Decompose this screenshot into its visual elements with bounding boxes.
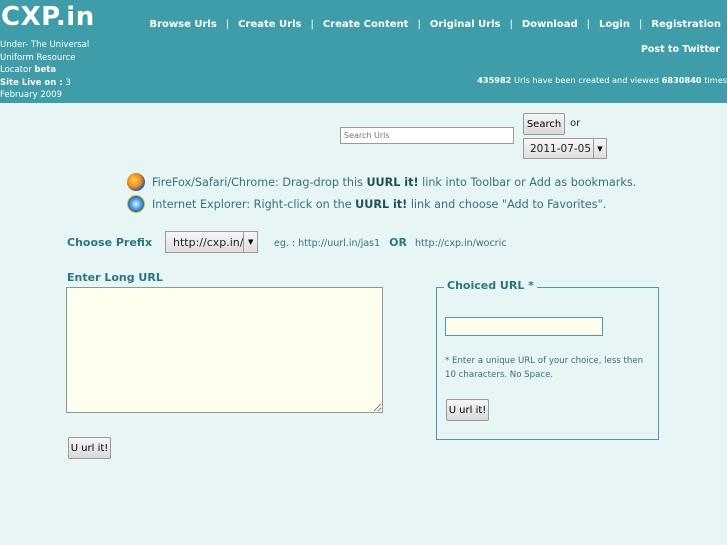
long-url-label: Enter Long URL [67, 271, 163, 284]
search-button[interactable]: Search [523, 113, 565, 135]
nav-separator: | [417, 19, 421, 30]
prefix-example: eg. : http://uurl.in/jas1 OR http://cxp.in… [274, 236, 507, 249]
choiced-url-input[interactable] [445, 317, 603, 336]
site-logo[interactable]: CXP.in [1, 2, 95, 32]
nav-login[interactable]: Login [599, 19, 630, 30]
site-live-date: February 2009 [0, 90, 62, 101]
nav-create-urls[interactable]: Create Urls [238, 19, 301, 30]
choiced-uurl-it-button[interactable]: U url it! [446, 399, 489, 421]
chevron-down-icon: ▼ [243, 232, 257, 252]
stats-views: 6830840 [661, 75, 702, 85]
main-nav: Browse Urls | Create Urls | Create Conte… [149, 19, 721, 30]
prefix-or-label: OR [389, 236, 407, 249]
date-select[interactable]: 2011-07-05 ▼ [523, 138, 607, 159]
ie-instructions: Internet Explorer: Right-click on the UU… [127, 195, 606, 213]
nav-separator: | [509, 19, 513, 30]
site-stats: 435982 Urls have been created and viewed… [477, 75, 727, 85]
nav-registration[interactable]: Registration [651, 19, 721, 30]
uurl-it-bookmarklet[interactable]: UURL it! [366, 176, 418, 189]
chevron-down-icon: ▼ [593, 139, 606, 158]
site-tagline: Under- The Universal Uniform Resource Lo… [0, 39, 120, 102]
date-select-value: 2011-07-05 [530, 142, 592, 155]
search-input[interactable] [340, 127, 514, 144]
nav-download[interactable]: Download [522, 19, 578, 30]
beta-label: beta [34, 65, 57, 76]
choose-prefix-label: Choose Prefix [67, 236, 153, 249]
choiced-url-note: * Enter a unique URL of your choice, les… [445, 356, 644, 380]
prefix-select[interactable]: http://cxp.in/ ▼ [165, 231, 258, 253]
uurl-it-bookmarklet-ie[interactable]: UURL it! [355, 198, 407, 211]
nav-separator: | [638, 19, 643, 30]
nav-separator: | [310, 19, 314, 30]
internet-explorer-icon [127, 195, 145, 213]
search-or-label: or [570, 118, 581, 129]
prefix-select-value: http://cxp.in/ [173, 235, 244, 249]
nav-original-urls[interactable]: Original Urls [430, 19, 501, 30]
long-url-textarea[interactable] [66, 287, 383, 413]
nav-separator: | [586, 19, 590, 30]
site-header: CXP.in Under- The Universal Uniform Reso… [0, 0, 727, 103]
firefox-icon [127, 173, 145, 191]
tagline-line-3: Locator beta [0, 65, 57, 76]
tagline-line-2: Uniform Resource [0, 52, 76, 63]
stats-count: 435982 [477, 75, 512, 85]
post-to-twitter-link[interactable]: Post to Twitter [641, 44, 720, 55]
choiced-url-legend: Choiced URL * [444, 279, 537, 292]
site-live-line: Site Live on : 3 [0, 77, 71, 88]
uurl-it-button[interactable]: U url it! [68, 437, 111, 459]
nav-separator: | [225, 19, 230, 30]
nav-create-content[interactable]: Create Content [323, 19, 409, 30]
tagline-line-1: Under- The Universal [0, 40, 90, 50]
firefox-instructions: FireFox/Safari/Chrome: Drag-drop this UU… [127, 173, 636, 191]
nav-browse-urls[interactable]: Browse Urls [149, 19, 216, 30]
